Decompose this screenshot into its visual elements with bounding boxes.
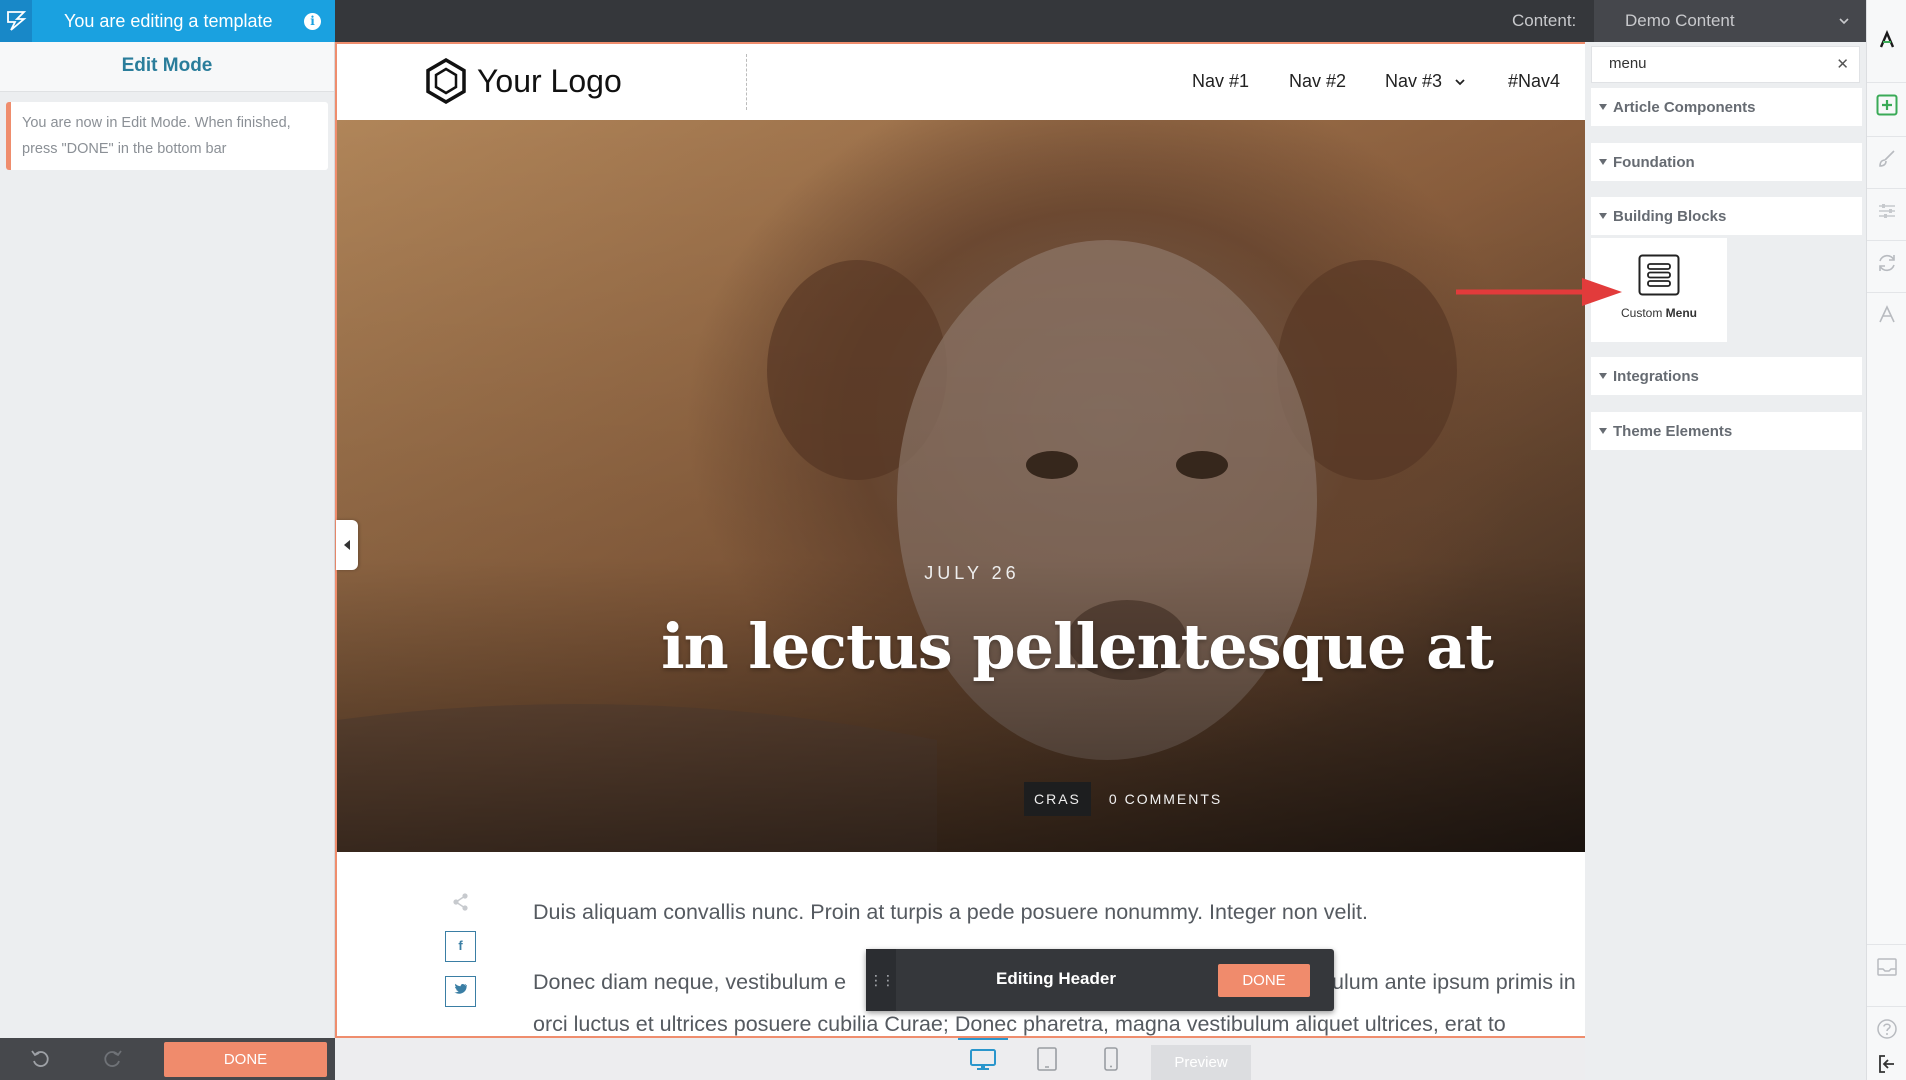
- chevron-down-icon: [1838, 12, 1850, 32]
- triangle-down-icon: [1599, 373, 1607, 379]
- twitter-icon[interactable]: [445, 976, 476, 1007]
- brand-logo-icon[interactable]: [1867, 18, 1906, 62]
- notice-line-1: You are now in Edit Mode. When finished,: [22, 115, 291, 131]
- hero-lion-image: [337, 120, 1585, 852]
- facebook-icon[interactable]: f: [445, 931, 476, 962]
- add-element-icon[interactable]: [1867, 82, 1906, 126]
- category-building-blocks[interactable]: Building Blocks: [1591, 197, 1862, 235]
- block-label-highlight: Menu: [1665, 306, 1698, 320]
- category-label: Building Blocks: [1613, 208, 1727, 225]
- comments-count[interactable]: 0 COMMENTS: [1109, 791, 1222, 807]
- content-select[interactable]: Demo Content: [1594, 0, 1866, 42]
- exit-icon[interactable]: [1867, 1048, 1906, 1080]
- tablet-icon: [1037, 1047, 1057, 1071]
- search-value: menu: [1609, 55, 1647, 72]
- category-label: Theme Elements: [1613, 423, 1733, 440]
- category-label: Foundation: [1613, 154, 1695, 171]
- content-label: Content:: [1512, 11, 1577, 30]
- category-label: Integrations: [1613, 368, 1699, 385]
- article-paragraph-1: Duis aliquam convallis nunc. Proin at tu…: [533, 900, 1368, 924]
- triangle-down-icon: [1599, 104, 1607, 110]
- hero-meta: CRAS 0 COMMENTS: [1024, 782, 1222, 816]
- mobile-icon: [1104, 1047, 1118, 1071]
- clear-search-icon[interactable]: ✕: [1836, 55, 1849, 73]
- share-column: f: [445, 892, 477, 1007]
- header-divider: [746, 54, 747, 110]
- template-banner: You are editing a template i: [0, 0, 335, 42]
- share-icon: [445, 892, 477, 917]
- category-badge[interactable]: CRAS: [1024, 782, 1091, 816]
- brush-icon[interactable]: [1867, 136, 1906, 180]
- editing-header-title: Editing Header: [996, 969, 1116, 988]
- menu-block-icon: [1638, 254, 1680, 296]
- left-bottom-bar: DONE: [0, 1038, 335, 1080]
- article-paragraph-2-left: Donec diam neque, vestibulum e: [533, 970, 847, 994]
- desktop-view-button[interactable]: [958, 1038, 1008, 1080]
- notice-line-2: press "DONE" in the bottom bar: [22, 141, 227, 157]
- sliders-icon[interactable]: [1867, 188, 1906, 232]
- desktop-icon: [970, 1049, 996, 1070]
- tablet-view-button[interactable]: [1022, 1038, 1072, 1080]
- triangle-down-icon: [1599, 159, 1607, 165]
- collapse-panel-tab[interactable]: [336, 520, 358, 570]
- category-article-components[interactable]: Article Components: [1591, 88, 1862, 126]
- category-foundation[interactable]: Foundation: [1591, 143, 1862, 181]
- caret-left-icon: [344, 540, 350, 550]
- sync-icon[interactable]: [1867, 240, 1906, 284]
- nav-item-4[interactable]: #Nav4: [1508, 71, 1560, 92]
- left-panel: Edit Mode You are now in Edit Mode. When…: [0, 42, 335, 1038]
- category-label: Article Components: [1613, 99, 1756, 116]
- preview-button[interactable]: Preview: [1151, 1045, 1251, 1080]
- hexagon-logo-icon: [426, 58, 466, 104]
- app-logo-icon[interactable]: [0, 0, 32, 42]
- typography-icon[interactable]: [1867, 292, 1906, 336]
- inbox-icon[interactable]: [1867, 944, 1906, 988]
- hero-title[interactable]: in lectus pellentesque at: [337, 610, 1585, 683]
- nav-item-1[interactable]: Nav #1: [1192, 71, 1249, 92]
- triangle-down-icon: [1599, 213, 1607, 219]
- editing-header-done-button[interactable]: DONE: [1218, 964, 1310, 997]
- logo-text: Your Logo: [477, 62, 622, 99]
- elements-panel: menu ✕ Article Components Foundation Bui…: [1585, 42, 1866, 1080]
- tool-rail: [1866, 0, 1906, 1080]
- site-header[interactable]: Your Logo Nav #1 Nav #2 Nav #3 #Nav4: [337, 44, 1585, 120]
- undo-icon[interactable]: [27, 1047, 53, 1071]
- top-bar: You are editing a template i Content: De…: [0, 0, 1866, 42]
- category-theme-elements[interactable]: Theme Elements: [1591, 412, 1862, 450]
- nav-item-3[interactable]: Nav #3: [1385, 71, 1467, 92]
- hero-date: JULY 26: [924, 563, 1020, 583]
- red-arrow-annotation: [1456, 278, 1622, 306]
- help-icon[interactable]: [1867, 1006, 1906, 1050]
- article-paragraph-2-right: ulum ante ipsum primis in: [1332, 970, 1576, 994]
- triangle-down-icon: [1599, 428, 1607, 434]
- page-canvas[interactable]: Your Logo Nav #1 Nav #2 Nav #3 #Nav4 JUL…: [335, 42, 1585, 1038]
- chevron-down-icon: [1455, 79, 1465, 86]
- nav-item-2[interactable]: Nav #2: [1289, 71, 1346, 92]
- category-integrations[interactable]: Integrations: [1591, 357, 1862, 395]
- article-paragraph-3: orci luctus et ultrices posuere cubilia …: [533, 1012, 1506, 1036]
- editing-header-bar: ⋮⋮ Editing Header DONE: [866, 949, 1334, 1011]
- site-logo[interactable]: Your Logo: [425, 58, 622, 104]
- edit-mode-notice: You are now in Edit Mode. When finished,…: [6, 102, 328, 170]
- content-select-value: Demo Content: [1625, 11, 1735, 30]
- block-label-prefix: Custom: [1620, 306, 1666, 320]
- redo-icon[interactable]: [100, 1047, 126, 1071]
- done-button[interactable]: DONE: [164, 1042, 327, 1077]
- info-icon[interactable]: i: [304, 12, 321, 30]
- drag-handle-icon[interactable]: ⋮⋮: [866, 949, 896, 1011]
- nav-item-3-label: Nav #3: [1385, 71, 1443, 91]
- elements-search-input[interactable]: menu ✕: [1591, 46, 1860, 83]
- hero-section[interactable]: JULY 26 in lectus pellentesque at CRAS 0…: [337, 120, 1585, 852]
- mobile-view-button[interactable]: [1086, 1038, 1136, 1080]
- edit-mode-heading: Edit Mode: [0, 42, 334, 92]
- template-banner-title: You are editing a template: [64, 10, 273, 31]
